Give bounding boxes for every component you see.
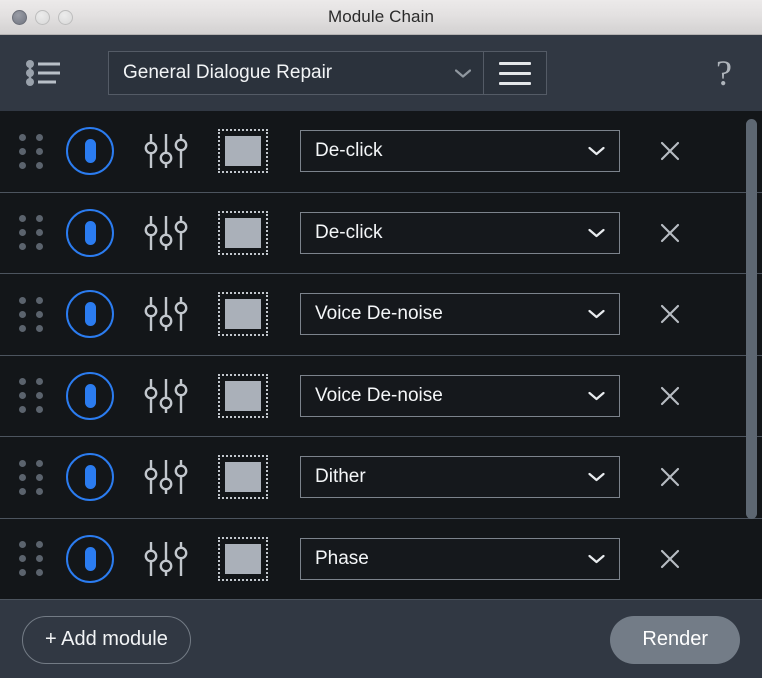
drag-handle-dots-icon[interactable] bbox=[14, 294, 48, 334]
titlebar: Module Chain bbox=[0, 0, 762, 35]
sliders-icon[interactable] bbox=[140, 373, 192, 419]
module-dropdown[interactable]: Dither bbox=[300, 456, 620, 499]
drag-handle-dots-icon[interactable] bbox=[14, 457, 48, 497]
top-toolbar: General Dialogue Repair ? bbox=[0, 35, 762, 111]
close-x-icon[interactable] bbox=[653, 460, 687, 494]
chain-list-icon[interactable] bbox=[22, 51, 66, 95]
table-row[interactable]: De-click bbox=[0, 111, 762, 193]
close-x-icon[interactable] bbox=[653, 542, 687, 576]
table-row[interactable]: Phase bbox=[0, 519, 762, 600]
drag-handle-dots-icon[interactable] bbox=[14, 376, 48, 416]
module-name: Voice De-noise bbox=[315, 303, 443, 325]
close-x-icon[interactable] bbox=[653, 216, 687, 250]
power-toggle-icon[interactable] bbox=[66, 290, 114, 339]
question-mark-icon[interactable]: ? bbox=[706, 53, 742, 93]
hamburger-line bbox=[499, 81, 531, 85]
module-name: De-click bbox=[315, 140, 383, 162]
chevron-down-icon bbox=[588, 228, 605, 237]
table-row[interactable]: Voice De-noise bbox=[0, 356, 762, 437]
preset-value: General Dialogue Repair bbox=[123, 62, 333, 83]
power-toggle-icon[interactable] bbox=[66, 208, 114, 257]
close-circle-icon[interactable] bbox=[12, 9, 27, 25]
chevron-down-icon bbox=[588, 310, 605, 319]
chevron-down-icon bbox=[588, 147, 605, 156]
hamburger-menu-icon[interactable] bbox=[483, 51, 547, 95]
render-button[interactable]: Render bbox=[610, 615, 740, 664]
module-dropdown[interactable]: De-click bbox=[300, 130, 620, 173]
bottom-toolbar: + Add module Render bbox=[0, 600, 762, 678]
selection-region-icon[interactable] bbox=[218, 536, 268, 581]
window-controls bbox=[12, 9, 73, 25]
close-x-icon[interactable] bbox=[653, 297, 687, 331]
scrollbar-thumb[interactable] bbox=[746, 119, 757, 519]
power-toggle-icon[interactable] bbox=[66, 371, 114, 420]
chevron-down-icon bbox=[455, 68, 471, 78]
hamburger-line bbox=[499, 71, 531, 75]
power-toggle-icon[interactable] bbox=[66, 534, 114, 583]
preset-dropdown[interactable]: General Dialogue Repair bbox=[108, 51, 483, 95]
module-name: Voice De-noise bbox=[315, 384, 443, 406]
module-dropdown[interactable]: Voice De-noise bbox=[300, 374, 620, 417]
module-dropdown[interactable]: Voice De-noise bbox=[300, 293, 620, 336]
sliders-icon[interactable] bbox=[140, 128, 192, 174]
window-title: Module Chain bbox=[327, 7, 435, 26]
chevron-down-icon bbox=[588, 473, 605, 482]
close-x-icon[interactable] bbox=[653, 379, 687, 413]
sliders-icon[interactable] bbox=[140, 291, 192, 337]
selection-region-icon[interactable] bbox=[218, 210, 268, 255]
module-dropdown[interactable]: Phase bbox=[300, 537, 620, 580]
table-row[interactable]: De-click bbox=[0, 193, 762, 274]
module-list: De-click De-click Voice De-noise Voice D… bbox=[0, 111, 762, 600]
chevron-down-icon bbox=[588, 554, 605, 563]
sliders-icon[interactable] bbox=[140, 210, 192, 256]
drag-handle-dots-icon[interactable] bbox=[14, 131, 48, 171]
module-chain-window: Module Chain General Dialogue Repair ? D… bbox=[0, 0, 762, 678]
list-scrollbar[interactable] bbox=[740, 111, 762, 600]
module-name: Dither bbox=[315, 466, 366, 488]
hamburger-line bbox=[499, 61, 531, 65]
table-row[interactable]: Voice De-noise bbox=[0, 274, 762, 356]
preset-control-group: General Dialogue Repair bbox=[108, 51, 547, 95]
selection-region-icon[interactable] bbox=[218, 455, 268, 500]
add-module-button[interactable]: + Add module bbox=[22, 615, 191, 664]
module-dropdown[interactable]: De-click bbox=[300, 211, 620, 254]
selection-region-icon[interactable] bbox=[218, 292, 268, 337]
module-name: De-click bbox=[315, 221, 383, 243]
maximize-circle-icon[interactable] bbox=[58, 9, 73, 25]
power-toggle-icon[interactable] bbox=[66, 127, 114, 176]
module-name: Phase bbox=[315, 547, 369, 569]
selection-region-icon[interactable] bbox=[218, 129, 268, 174]
close-x-icon[interactable] bbox=[653, 134, 687, 168]
drag-handle-dots-icon[interactable] bbox=[14, 539, 48, 579]
drag-handle-dots-icon[interactable] bbox=[14, 213, 48, 253]
chevron-down-icon bbox=[588, 391, 605, 400]
table-row[interactable]: Dither bbox=[0, 437, 762, 519]
selection-region-icon[interactable] bbox=[218, 373, 268, 418]
sliders-icon[interactable] bbox=[140, 536, 192, 582]
power-toggle-icon[interactable] bbox=[66, 453, 114, 502]
minimize-circle-icon[interactable] bbox=[35, 9, 50, 25]
help-label: ? bbox=[716, 53, 732, 93]
sliders-icon[interactable] bbox=[140, 454, 192, 500]
